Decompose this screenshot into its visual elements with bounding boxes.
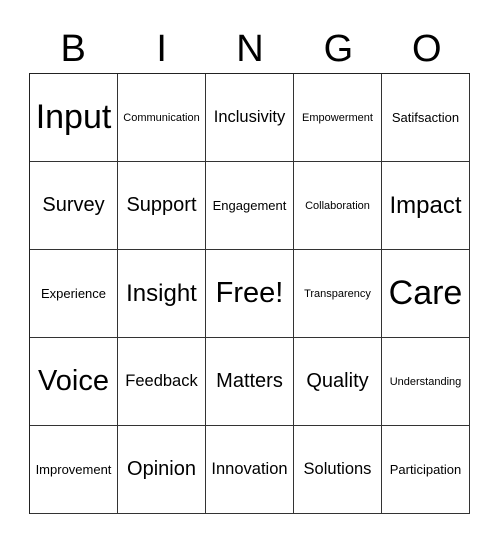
header-letter-i: I (156, 28, 167, 70)
bingo-cell[interactable]: Feedback (118, 338, 206, 426)
header-letter-o: O (412, 28, 442, 70)
bingo-cell[interactable]: Insight (118, 250, 206, 338)
bingo-cell[interactable]: Survey (30, 162, 118, 250)
header-letter-b: B (60, 28, 86, 70)
bingo-cell[interactable]: Improvement (30, 426, 118, 514)
bingo-cell[interactable]: Empowerment (294, 74, 382, 162)
bingo-cell[interactable]: Innovation (206, 426, 294, 514)
bingo-cell[interactable]: Voice (30, 338, 118, 426)
bingo-cell[interactable]: Collaboration (294, 162, 382, 250)
bingo-cell[interactable]: Experience (30, 250, 118, 338)
bingo-cell[interactable]: Inclusivity (206, 74, 294, 162)
bingo-cell[interactable]: Impact (382, 162, 470, 250)
bingo-card-grid: Input Communication Inclusivity Empowerment… (29, 73, 470, 514)
bingo-cell-free[interactable]: Free! (206, 250, 294, 338)
bingo-cell[interactable]: Opinion (118, 426, 206, 514)
bingo-cell[interactable]: Quality (294, 338, 382, 426)
bingo-cell[interactable]: Participation (382, 426, 470, 514)
bingo-header: B I N G O (29, 26, 471, 72)
bingo-cell[interactable]: Care (382, 250, 470, 338)
header-letter-n: N (236, 28, 264, 70)
bingo-cell[interactable]: Understanding (382, 338, 470, 426)
bingo-cell[interactable]: Transparency (294, 250, 382, 338)
bingo-cell[interactable]: Engagement (206, 162, 294, 250)
bingo-cell[interactable]: Support (118, 162, 206, 250)
bingo-cell[interactable]: Matters (206, 338, 294, 426)
bingo-cell[interactable]: Satifsaction (382, 74, 470, 162)
bingo-cell[interactable]: Communication (118, 74, 206, 162)
bingo-cell[interactable]: Input (30, 74, 118, 162)
bingo-cell[interactable]: Solutions (294, 426, 382, 514)
header-letter-g: G (323, 28, 354, 70)
